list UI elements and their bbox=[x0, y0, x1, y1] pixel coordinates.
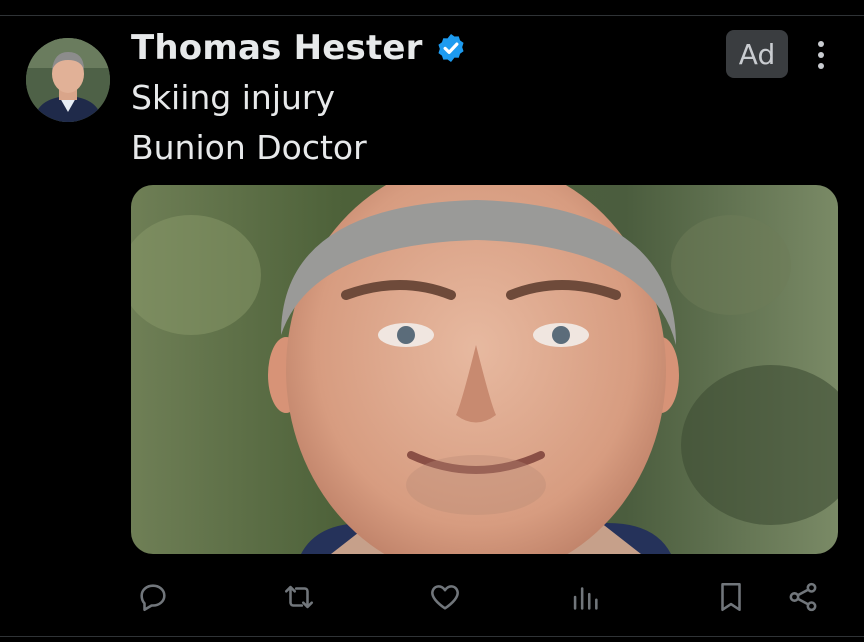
repost-button[interactable] bbox=[277, 575, 321, 619]
views-icon bbox=[573, 587, 598, 610]
post-text-line: Skiing injury bbox=[131, 78, 336, 117]
bookmark-button[interactable] bbox=[709, 575, 753, 619]
like-button[interactable] bbox=[423, 575, 467, 619]
share-icon bbox=[789, 582, 817, 612]
more-vertical-icon[interactable] bbox=[808, 38, 834, 72]
verified-badge-icon bbox=[438, 34, 464, 62]
avatar[interactable] bbox=[26, 38, 110, 122]
post-text-line: Bunion Doctor bbox=[131, 128, 367, 167]
share-button[interactable] bbox=[781, 575, 825, 619]
repost-icon bbox=[284, 585, 314, 609]
bookmark-icon bbox=[721, 582, 741, 612]
top-divider bbox=[0, 15, 864, 16]
like-icon bbox=[431, 585, 459, 610]
reply-icon bbox=[140, 584, 166, 612]
ad-badge: Ad bbox=[726, 30, 788, 78]
reply-button[interactable] bbox=[131, 575, 175, 619]
views-button[interactable] bbox=[563, 575, 607, 619]
action-bar bbox=[131, 575, 838, 621]
bottom-divider bbox=[0, 636, 864, 637]
author-name[interactable]: Thomas Hester bbox=[131, 28, 423, 68]
author-row: Thomas Hester bbox=[131, 28, 467, 68]
post-media-image[interactable] bbox=[131, 185, 838, 554]
